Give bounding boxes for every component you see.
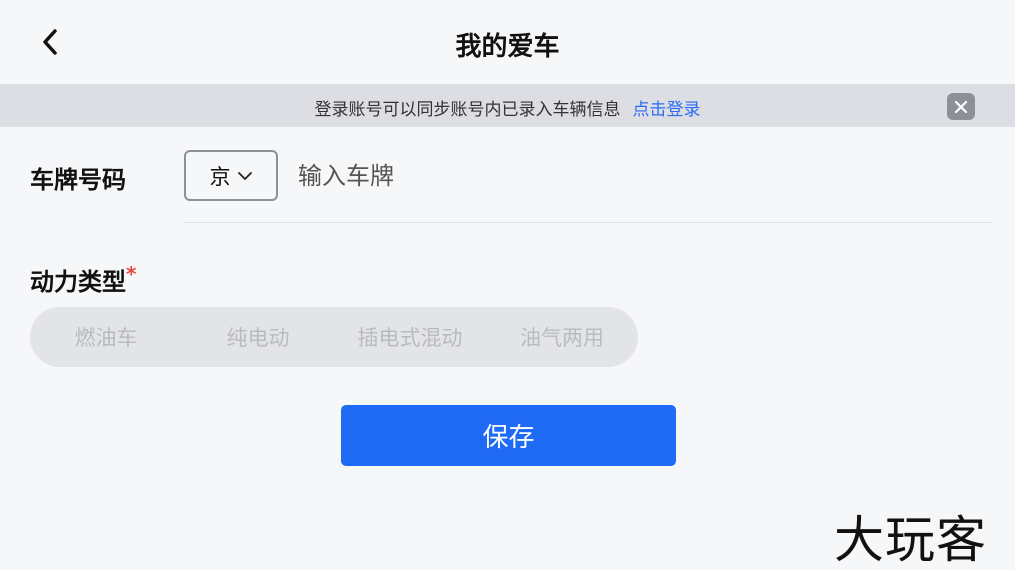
login-link[interactable]: 点击登录 [633,100,701,120]
page-title: 我的爱车 [455,32,560,62]
plate-number-label: 车牌号码 [30,166,126,194]
power-type-label-text: 动力类型 [30,268,126,296]
power-type-label: 动力类型* [30,262,136,297]
login-banner-text-row: 登录账号可以同步账号内已录入车辆信息 点击登录 [0,95,1015,120]
close-icon [954,100,968,113]
login-banner-message: 登录账号可以同步账号内已录入车辆信息 [314,100,621,120]
plate-divider [184,222,992,223]
login-banner: 登录账号可以同步账号内已录入车辆信息 点击登录 [0,84,1015,127]
banner-close-button[interactable] [947,93,975,120]
power-option-dual-fuel[interactable]: 油气两用 [486,322,638,352]
watermark-logo: 大玩客 [834,511,987,569]
power-type-selector: 燃油车 纯电动 插电式混动 油气两用 [30,307,638,367]
power-option-fuel[interactable]: 燃油车 [30,322,182,352]
required-mark: * [126,262,137,286]
province-select[interactable]: 京 [184,150,278,201]
power-option-electric[interactable]: 纯电动 [182,322,334,352]
province-value: 京 [209,164,231,189]
top-bar: 我的爱车 [0,0,1015,84]
chevron-down-icon [237,171,252,180]
plate-number-input[interactable] [298,155,978,197]
save-button[interactable]: 保存 [341,405,676,466]
power-option-plugin-hybrid[interactable]: 插电式混动 [334,322,486,352]
